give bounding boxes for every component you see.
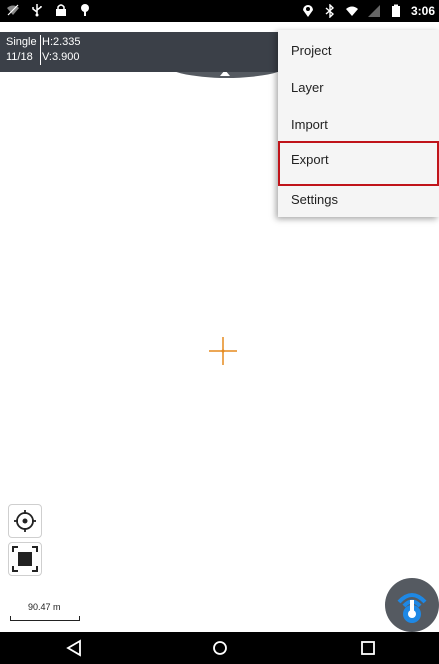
back-icon[interactable] <box>64 638 84 658</box>
wifi-icon <box>345 6 358 16</box>
status-right-icons: 3:06 <box>301 3 435 19</box>
signal-icon <box>367 5 380 17</box>
bluetooth-icon <box>325 4 334 18</box>
antenna-icon <box>397 593 427 623</box>
battery-icon <box>391 4 400 17</box>
survey-fab-button[interactable] <box>385 578 439 632</box>
vertical-precision: V:3.900 <box>42 51 80 63</box>
horizontal-precision: H:2.335 <box>42 36 81 48</box>
lock-icon <box>56 4 66 16</box>
overflow-menu: Project Layer Import Export Settings <box>278 30 439 217</box>
locate-me-button[interactable] <box>8 504 42 538</box>
scale-line <box>10 616 80 621</box>
status-bar: 3:06 <box>0 0 439 22</box>
location-icon <box>302 5 313 17</box>
gnss-status-column: Single 11/18 <box>6 35 41 65</box>
map-crosshair-icon <box>209 337 237 365</box>
gnss-info-panel[interactable]: Single 11/18 H:2.335 V:3.900 <box>0 32 278 72</box>
system-nav-bar <box>0 632 439 664</box>
menu-item-export[interactable]: Export <box>278 141 439 186</box>
status-time: 3:06 <box>410 4 435 18</box>
satellite-count: 11/18 <box>6 51 33 63</box>
recents-icon[interactable] <box>358 638 378 658</box>
full-extent-icon <box>12 546 38 572</box>
gnss-precision-column: H:2.335 V:3.900 <box>42 35 81 65</box>
menu-item-settings[interactable]: Settings <box>278 181 439 218</box>
wifi-off-icon <box>7 4 19 16</box>
zoom-extent-button[interactable] <box>8 542 42 576</box>
menu-item-layer[interactable]: Layer <box>278 69 439 106</box>
menu-item-import[interactable]: Import <box>278 106 439 143</box>
map-scale-bar: 90.47 m <box>10 602 80 622</box>
status-left-icons <box>6 3 92 17</box>
solution-mode: Single <box>6 36 37 48</box>
crosshair-target-icon <box>14 510 36 532</box>
menu-item-project[interactable]: Project <box>278 32 439 69</box>
usb-icon <box>32 4 42 17</box>
location-pin-icon <box>81 4 89 16</box>
home-icon[interactable] <box>210 638 230 658</box>
scale-label: 90.47 m <box>28 602 61 612</box>
